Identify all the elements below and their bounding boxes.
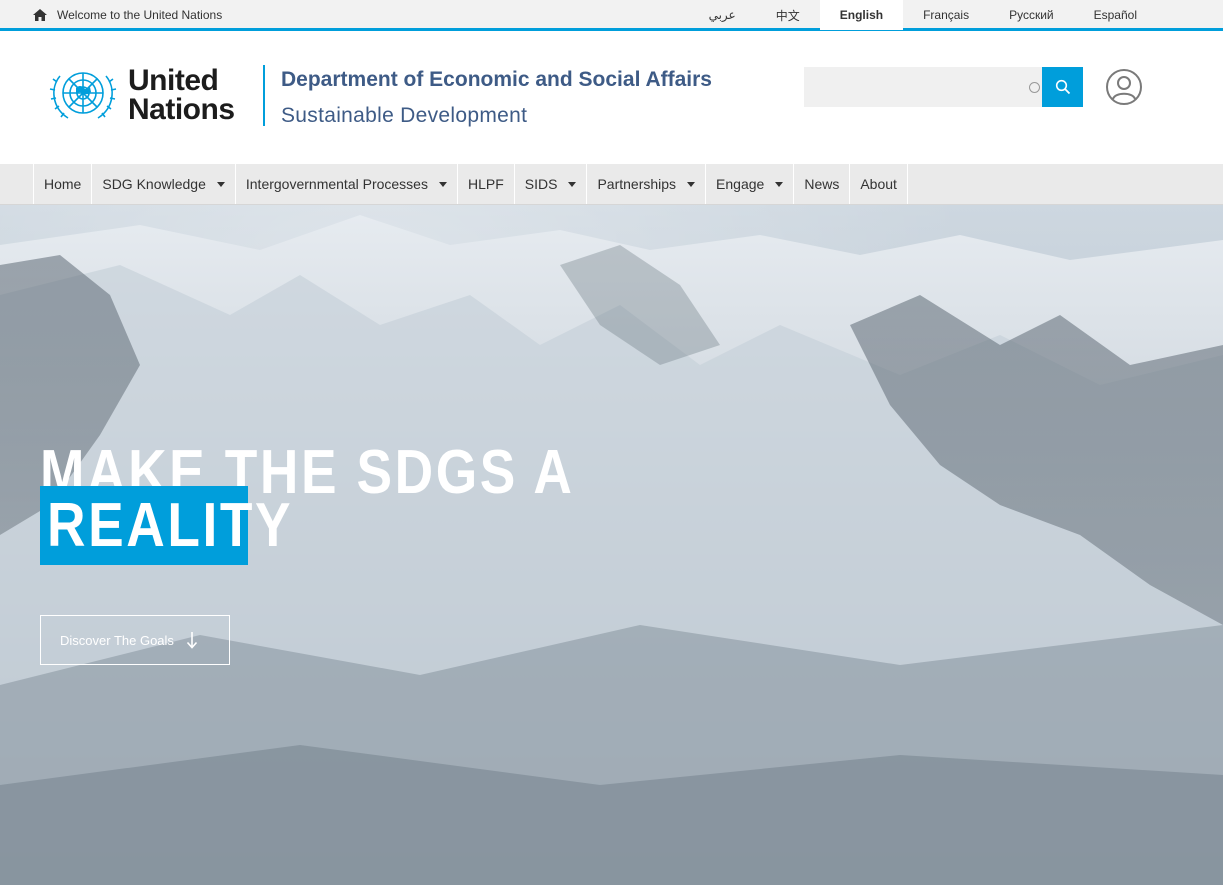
user-icon (1106, 69, 1142, 105)
lang-russian[interactable]: Русский (989, 0, 1074, 30)
language-switcher: عربي 中文 English Français Русский Español (689, 0, 1157, 30)
search-loading-indicator (1029, 82, 1040, 93)
nav-partnerships-label: Partnerships (597, 176, 677, 192)
hero-headline-line-2: REALITY (47, 491, 294, 560)
header-divider (263, 65, 265, 126)
lang-english[interactable]: English (819, 0, 904, 30)
nav-partnerships[interactable]: Partnerships (587, 164, 707, 204)
nav-sids[interactable]: SIDS (515, 164, 588, 204)
nav-engage-label: Engage (716, 176, 765, 192)
discover-goals-button[interactable]: Discover The Goals (40, 615, 230, 665)
lang-spanish[interactable]: Español (1074, 0, 1157, 30)
caret-down-icon (687, 181, 696, 187)
caret-down-icon (775, 181, 784, 187)
un-wordmark: United Nations (128, 64, 235, 126)
nav-about-label: About (860, 176, 897, 192)
nav-sdg-knowledge-label: SDG Knowledge (102, 176, 206, 192)
search-button[interactable] (1042, 67, 1083, 107)
lang-arabic[interactable]: عربي (689, 0, 756, 30)
nav-intergovernmental-label: Intergovernmental Processes (245, 176, 428, 192)
nav-hlpf-label: HLPF (467, 176, 504, 192)
nav-about[interactable]: About (850, 164, 908, 204)
nav-hlpf[interactable]: HLPF (458, 164, 515, 204)
top-bar: Welcome to the United Nations عربي 中文 En… (0, 0, 1223, 31)
un-emblem-icon (49, 72, 117, 119)
site-header: United Nations Department of Economic an… (0, 34, 1223, 164)
nav-engage[interactable]: Engage (706, 164, 795, 204)
caret-down-icon (216, 181, 225, 187)
main-navigation: Home SDG Knowledge Intergovernmental Pro… (0, 164, 1223, 205)
nav-news[interactable]: News (794, 164, 851, 204)
lang-french[interactable]: Français (903, 0, 989, 30)
site-subtitle[interactable]: Sustainable Development (281, 104, 527, 128)
arrow-down-icon (186, 632, 198, 649)
search-input[interactable] (804, 67, 1042, 107)
caret-down-icon (568, 181, 577, 187)
nav-sdg-knowledge[interactable]: SDG Knowledge (92, 164, 236, 204)
discover-goals-label: Discover The Goals (60, 632, 174, 648)
nav-news-label: News (804, 176, 840, 192)
hero-banner: MAKE THE SDGS A REALITY Discover The Goa… (0, 205, 1223, 885)
lang-chinese[interactable]: 中文 (756, 0, 820, 30)
nav-home-label: Home (44, 176, 82, 192)
search-icon (1055, 79, 1070, 95)
user-account-button[interactable] (1105, 68, 1143, 111)
welcome-link[interactable]: Welcome to the United Nations (33, 0, 222, 30)
un-logo[interactable]: United Nations (46, 64, 235, 126)
logo-line-2: Nations (128, 93, 235, 126)
home-icon (33, 9, 47, 21)
welcome-text: Welcome to the United Nations (57, 8, 223, 22)
department-title[interactable]: Department of Economic and Social Affair… (281, 68, 712, 92)
nav-intergovernmental-processes[interactable]: Intergovernmental Processes (236, 164, 458, 204)
nav-home[interactable]: Home (34, 164, 93, 204)
nav-sids-label: SIDS (524, 176, 558, 192)
logo-line-1: United (128, 64, 219, 97)
caret-down-icon (438, 181, 447, 187)
